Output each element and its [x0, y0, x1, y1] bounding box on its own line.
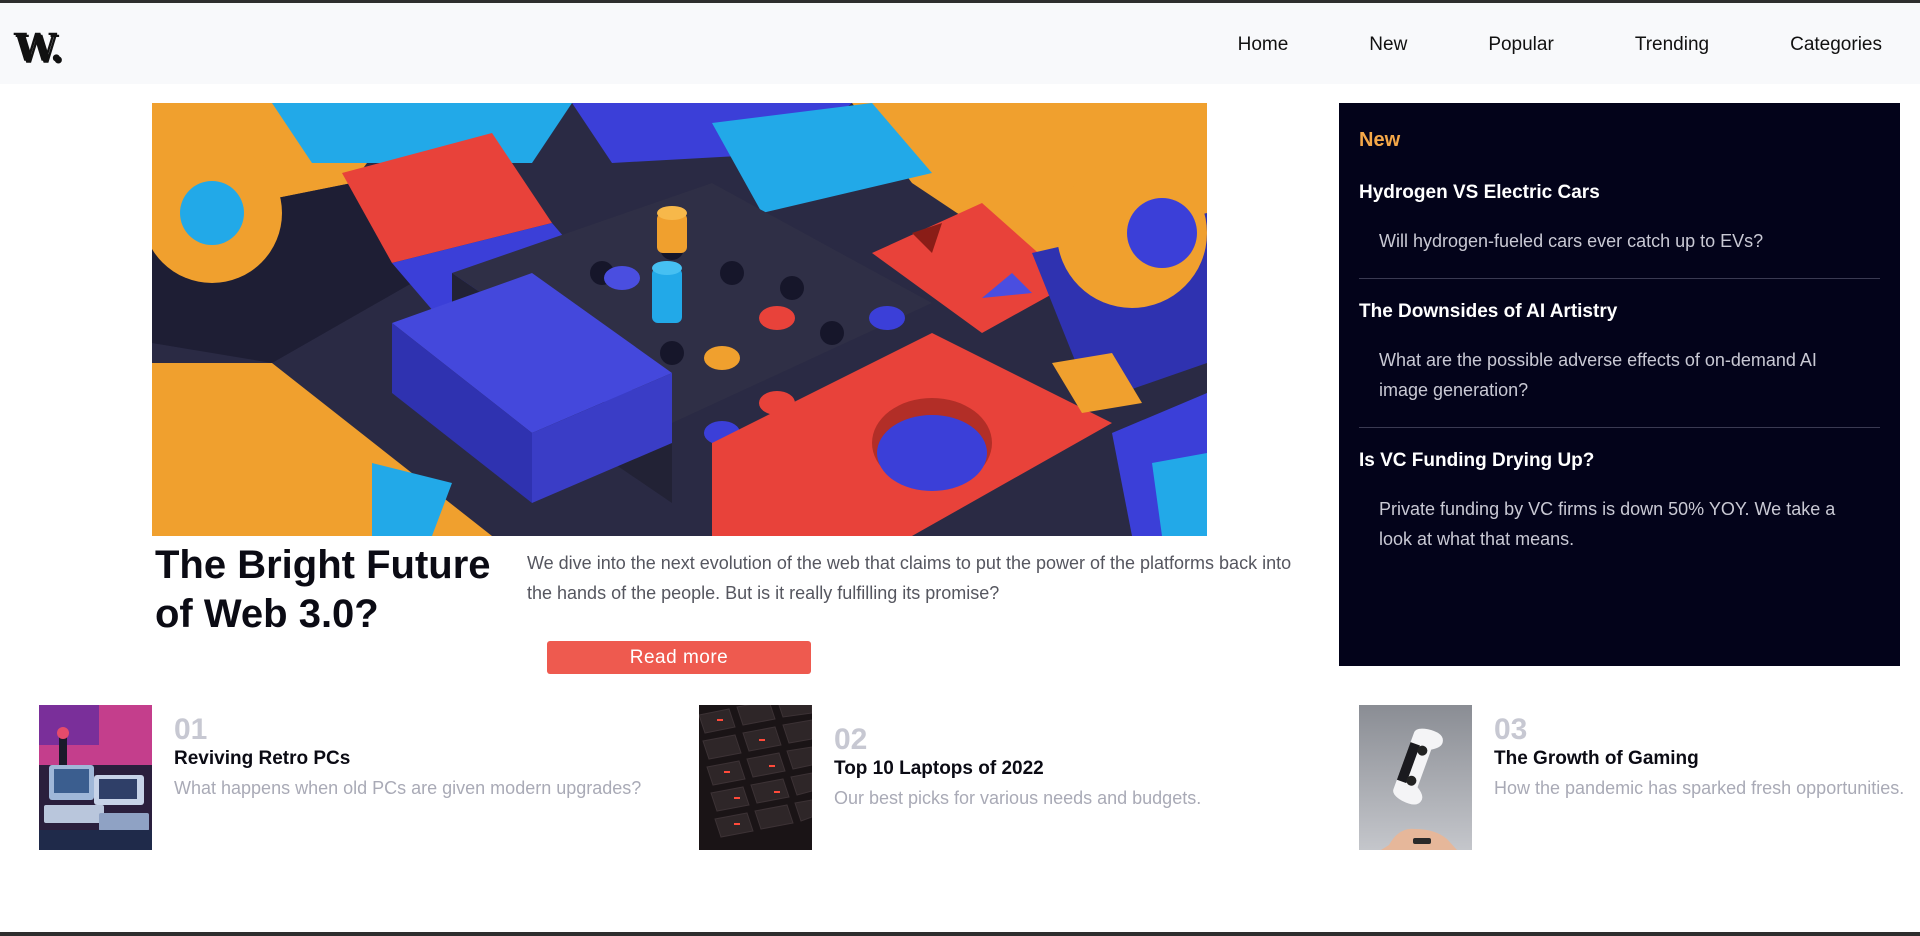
- main-nav: Home New Popular Trending Categories: [1238, 34, 1882, 56]
- read-more-button[interactable]: Read more: [547, 641, 811, 674]
- nav-item-popular[interactable]: Popular: [1488, 34, 1554, 56]
- news-item-description: Will hydrogen-fueled cars ever catch up …: [1379, 231, 1764, 251]
- card-number: 01: [174, 713, 208, 746]
- card-description: Our best picks for various needs and bud…: [834, 788, 1202, 808]
- sidebar-news-item: The Downsides of AI Artistry What are th…: [1359, 278, 1880, 427]
- card-text: 01 Reviving Retro PCs What happens when …: [174, 713, 644, 803]
- sidebar-news-item: Hydrogen VS Electric Cars Will hydrogen-…: [1359, 182, 1880, 278]
- sidebar-heading: New: [1359, 129, 1401, 151]
- bottom-divider: [0, 932, 1920, 936]
- card-title[interactable]: Reviving Retro PCs: [174, 747, 644, 771]
- sidebar-news-item: Is VC Funding Drying Up? Private funding…: [1359, 427, 1880, 576]
- hero-blocks-illustration: [152, 103, 1207, 536]
- keyboard-illustration: [699, 705, 812, 850]
- retro-pc-illustration: [39, 705, 152, 850]
- card-title[interactable]: The Growth of Gaming: [1494, 747, 1920, 771]
- nav-item-categories[interactable]: Categories: [1790, 34, 1882, 56]
- game-controller-illustration: [1359, 705, 1472, 850]
- top-navbar: W. Home New Popular Trending Categories: [0, 0, 1920, 84]
- gaming-thumbnail[interactable]: [1359, 705, 1472, 850]
- card-text: 02 Top 10 Laptops of 2022 Our best picks…: [834, 723, 1304, 813]
- hero-image[interactable]: [152, 103, 1207, 536]
- nav-item-home[interactable]: Home: [1238, 34, 1289, 56]
- news-item-title[interactable]: Is VC Funding Drying Up?: [1359, 450, 1880, 472]
- card-description: How the pandemic has sparked fresh oppor…: [1494, 778, 1905, 798]
- card-number: 02: [834, 723, 868, 756]
- hero-description: We dive into the next evolution of the w…: [527, 553, 1292, 603]
- news-item-title[interactable]: Hydrogen VS Electric Cars: [1359, 182, 1880, 204]
- article-card-1: 01 Reviving Retro PCs What happens when …: [39, 705, 659, 850]
- news-item-description: Private funding by VC firms is down 50% …: [1379, 499, 1836, 549]
- hero-title[interactable]: The Bright Future of Web 3.0?: [155, 541, 500, 639]
- new-articles-sidebar: New Hydrogen VS Electric Cars Will hydro…: [1339, 103, 1900, 666]
- laptops-thumbnail[interactable]: [699, 705, 812, 850]
- site-logo[interactable]: W.: [14, 25, 63, 70]
- card-title[interactable]: Top 10 Laptops of 2022: [834, 757, 1304, 781]
- news-item-description: What are the possible adverse effects of…: [1379, 350, 1817, 400]
- nav-item-trending[interactable]: Trending: [1635, 34, 1709, 56]
- retro-pcs-thumbnail[interactable]: [39, 705, 152, 850]
- article-card-2: 02 Top 10 Laptops of 2022 Our best picks…: [699, 705, 1319, 850]
- card-number: 03: [1494, 713, 1528, 746]
- card-description: What happens when old PCs are given mode…: [174, 778, 642, 798]
- card-text: 03 The Growth of Gaming How the pandemic…: [1494, 713, 1920, 803]
- news-item-title[interactable]: The Downsides of AI Artistry: [1359, 301, 1880, 323]
- nav-item-new[interactable]: New: [1369, 34, 1407, 56]
- article-card-3: 03 The Growth of Gaming How the pandemic…: [1359, 705, 1920, 850]
